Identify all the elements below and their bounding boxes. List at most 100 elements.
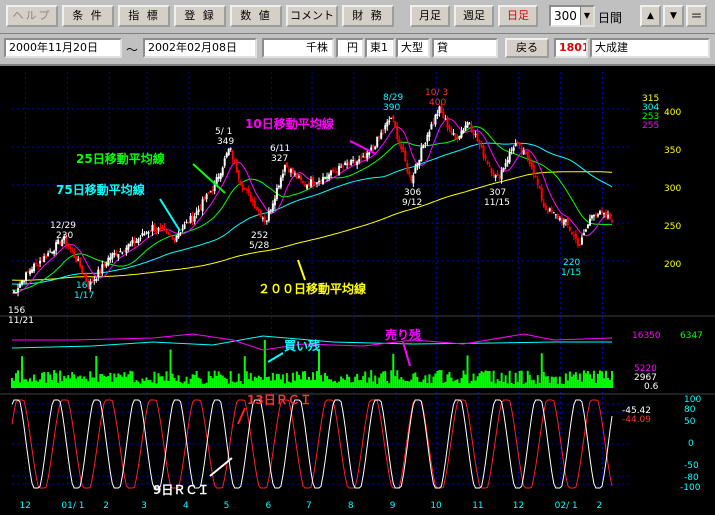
rci9-pointer <box>209 457 233 477</box>
candle-body <box>320 181 323 183</box>
daily-button[interactable]: 日足 <box>498 5 538 27</box>
volume-bar <box>400 377 403 388</box>
volume-bar <box>213 370 216 388</box>
volume-bar <box>87 381 90 388</box>
volume-bar <box>486 371 489 388</box>
candle-body <box>141 232 144 236</box>
candle-body <box>283 164 286 172</box>
candle-body <box>502 167 505 171</box>
candle-body <box>159 226 162 229</box>
candle-body <box>209 191 212 193</box>
volume-bar <box>558 376 561 388</box>
candle-body <box>500 170 503 180</box>
period-select[interactable]: 300 ▼ <box>549 5 595 27</box>
financials-button[interactable]: 財 務 <box>342 5 394 27</box>
candle-body <box>249 194 252 202</box>
candle-body <box>592 215 595 217</box>
candle-body <box>19 283 22 288</box>
annotation-low-date: 1/15 <box>561 268 581 278</box>
volume-bar <box>576 379 579 388</box>
volume-bar <box>187 383 190 388</box>
volume-bar <box>374 375 377 388</box>
indicators-button[interactable]: 指 標 <box>118 5 170 27</box>
stock-code-field[interactable]: 1801 <box>554 38 588 58</box>
volume-bar <box>502 381 505 388</box>
volume-bar <box>35 380 38 388</box>
annotation-high-date: 6/11 <box>270 144 290 154</box>
candle-body <box>277 185 280 188</box>
candle-body <box>39 260 42 264</box>
chevron-down-icon[interactable]: ▼ <box>580 7 593 25</box>
volume-bar <box>121 376 124 388</box>
volume-bar <box>289 382 292 388</box>
volume-bar <box>604 370 607 388</box>
comment-button[interactable]: コメント <box>286 5 338 27</box>
scroll-down-button[interactable]: ▼ <box>663 5 684 27</box>
candle-body <box>203 197 206 201</box>
volume-bar <box>277 374 280 388</box>
volume-bar <box>382 371 385 388</box>
volume-bar <box>422 379 425 388</box>
candle-body <box>293 173 296 175</box>
candle-body <box>261 217 264 219</box>
volume-bar <box>151 382 154 388</box>
candle-body <box>125 247 128 253</box>
volume-bar <box>157 373 160 388</box>
volume-bar <box>598 370 601 388</box>
volume-bar <box>253 376 256 388</box>
annotation-low: 307 <box>489 188 506 198</box>
weekly-button[interactable]: 週足 <box>454 5 494 27</box>
chart-text: 400 350 300 250 200 315 304 253 255 156 … <box>8 88 703 497</box>
date-to-field[interactable]: 2002年02月08日 <box>143 38 257 58</box>
candle-body <box>546 211 549 213</box>
scroll-up-button[interactable]: ▲ <box>640 5 661 27</box>
volume-bar <box>570 376 573 388</box>
candle-body <box>436 113 439 116</box>
candle-body <box>37 264 40 266</box>
price-tick: 200 <box>664 260 681 270</box>
candle-body <box>456 137 459 140</box>
candle-body <box>59 241 62 245</box>
volume-bar <box>205 382 208 388</box>
annotation-low-date: 11/21 <box>8 316 34 326</box>
volume-bar <box>39 379 42 388</box>
candle-body <box>528 157 531 164</box>
volume-bar <box>215 375 218 388</box>
volume-bar <box>309 380 312 388</box>
volume-bar <box>588 374 591 388</box>
date-from-field[interactable]: 2000年11月20日 <box>4 38 122 58</box>
volume-bar <box>600 371 603 388</box>
volume-bar <box>185 376 188 388</box>
candle-body <box>151 225 154 232</box>
candle-body <box>596 214 599 217</box>
candle-body <box>97 269 100 278</box>
volume-bar <box>83 376 86 388</box>
candle-body <box>398 139 401 144</box>
volume-bar <box>440 370 443 388</box>
volume-bar <box>508 370 511 388</box>
candle-body <box>195 211 198 216</box>
values-button[interactable]: 数 値 <box>230 5 282 27</box>
volume-bar <box>53 370 56 388</box>
monthly-button[interactable]: 月足 <box>410 5 450 27</box>
candle-body <box>574 233 577 240</box>
candle-body <box>73 251 76 258</box>
volume-bar <box>233 382 236 388</box>
candle-body <box>121 252 124 254</box>
price-tick: 250 <box>664 222 681 232</box>
register-button[interactable]: 登 録 <box>174 5 226 27</box>
buy-balance-label: 買い残 <box>284 338 320 353</box>
back-button[interactable]: 戻る <box>505 38 549 58</box>
candle-body <box>448 126 451 130</box>
help-button[interactable]: ヘルプ <box>6 5 58 27</box>
candle-body <box>380 132 383 139</box>
conditions-button[interactable]: 条 件 <box>62 5 114 27</box>
volume-bar <box>424 375 427 388</box>
candle-body <box>167 233 170 235</box>
volume-bar <box>536 375 539 388</box>
candle-body <box>251 199 254 202</box>
sell-balance-label: 売り残 <box>385 327 421 342</box>
volume-bar <box>384 371 387 388</box>
volume-bar <box>452 381 455 388</box>
menu-button[interactable]: ＝ <box>686 5 707 27</box>
